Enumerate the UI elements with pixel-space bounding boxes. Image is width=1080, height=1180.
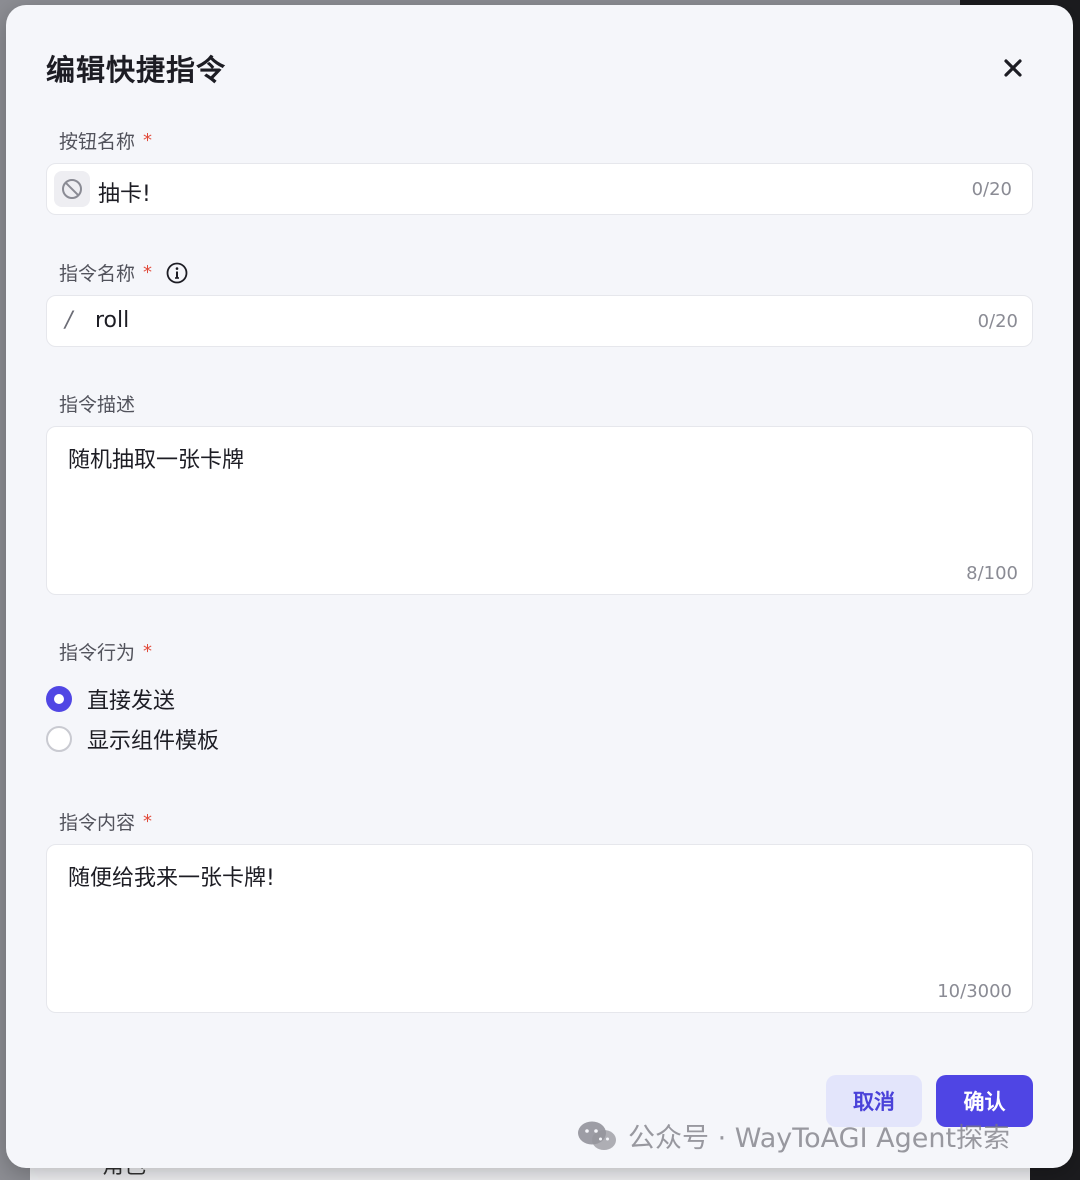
required-mark: * — [143, 262, 153, 283]
command-content-value: 随便给我来一张卡牌! — [68, 866, 275, 891]
required-mark: * — [143, 130, 153, 151]
radio-show-template-label: 显示组件模板 — [87, 729, 220, 754]
command-content-label-text: 指令内容 — [59, 812, 136, 834]
radio-checked[interactable] — [46, 686, 72, 712]
command-behavior-label: 指令行为 * — [59, 638, 152, 665]
button-name-field[interactable]: 抽卡! 0/20 — [46, 163, 1033, 215]
command-desc-value: 随机抽取一张卡牌 — [68, 448, 245, 473]
button-name-label: 按钮名称 * — [59, 127, 152, 154]
command-name-field[interactable]: / roll 0/20 — [46, 295, 1033, 347]
button-name-label-text: 按钮名称 — [59, 131, 136, 153]
dialog-title: 编辑快捷指令 — [46, 53, 227, 87]
command-content-label: 指令内容 * — [59, 808, 152, 835]
required-mark: * — [143, 641, 153, 662]
command-content-textarea[interactable]: 随便给我来一张卡牌! 10/3000 — [46, 844, 1033, 1013]
button-name-counter: 0/20 — [971, 179, 1012, 200]
command-name-counter: 0/20 — [977, 311, 1018, 332]
command-prefix: / — [65, 308, 73, 333]
emoji-picker-button[interactable] — [54, 171, 90, 207]
button-name-value: 抽卡! — [98, 182, 151, 207]
command-desc-counter: 8/100 — [966, 563, 1018, 584]
command-name-label: 指令名称 * — [59, 259, 188, 286]
no-emoji-icon — [62, 179, 82, 199]
command-desc-label: 指令描述 — [59, 390, 135, 417]
command-name-label-text: 指令名称 — [59, 263, 136, 285]
radio-direct-send[interactable]: 直接发送 — [46, 683, 175, 715]
radio-direct-send-label: 直接发送 — [87, 689, 176, 714]
radio-show-template[interactable]: 显示组件模板 — [46, 723, 219, 755]
command-name-value: roll — [95, 308, 130, 333]
close-button[interactable] — [996, 51, 1030, 85]
wechat-icon — [578, 1121, 616, 1150]
command-content-counter: 10/3000 — [937, 981, 1012, 1002]
command-desc-label-text: 指令描述 — [59, 394, 136, 416]
edit-shortcut-dialog: 编辑快捷指令 按钮名称 * 抽卡! 0/20 指令名称 * / roll 0/2… — [6, 5, 1073, 1168]
watermark-text: 公众号 · WayToAGI Agent探索 — [628, 1123, 1011, 1154]
radio-unchecked[interactable] — [46, 726, 72, 752]
close-icon — [1004, 59, 1022, 77]
watermark: 公众号 · WayToAGI Agent探索 — [576, 1116, 1010, 1155]
command-desc-textarea[interactable]: 随机抽取一张卡牌 8/100 — [46, 426, 1033, 595]
info-icon[interactable] — [166, 262, 188, 284]
required-mark: * — [143, 811, 153, 832]
command-behavior-label-text: 指令行为 — [59, 642, 136, 664]
